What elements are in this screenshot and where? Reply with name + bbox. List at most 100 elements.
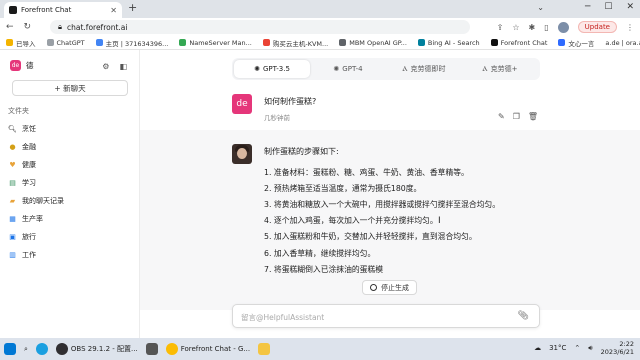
new-chat-button[interactable]: + 新聊天 bbox=[12, 80, 128, 96]
temperature: 31°C bbox=[549, 344, 567, 352]
update-button[interactable]: Update bbox=[577, 21, 617, 33]
panel-toggle-icon[interactable]: ◧ bbox=[119, 62, 127, 71]
browser-tab[interactable]: Forefront Chat ✕ bbox=[4, 2, 122, 18]
maximize-icon[interactable]: ☐ bbox=[604, 2, 612, 12]
health-icon: ♥ bbox=[9, 161, 16, 169]
taskbar-chrome[interactable]: Forefront Chat - G... bbox=[165, 340, 250, 358]
gear-icon[interactable]: ⚙ bbox=[102, 62, 109, 71]
message-timestamp: 几秒钟前 bbox=[264, 114, 290, 122]
minimize-icon[interactable]: ─ bbox=[585, 2, 590, 12]
home-icon bbox=[95, 39, 103, 46]
url-text: chat.forefront.ai bbox=[67, 22, 128, 32]
volume-icon[interactable]: 🔊︎ bbox=[588, 344, 592, 353]
address-toolbar: ← ↻ 🔒︎ chat.forefront.ai ⇪ ☆ ✱ ▯ Update … bbox=[0, 18, 640, 36]
message-input[interactable] bbox=[241, 310, 501, 324]
travel-icon: ▣ bbox=[9, 233, 16, 241]
folders-title: 文件夹 bbox=[8, 107, 29, 115]
taskbar-search[interactable]: ⌕ bbox=[24, 340, 28, 358]
app-icon bbox=[145, 343, 158, 355]
sidebar-item-productivity[interactable]: ▦ 生产率 bbox=[8, 210, 64, 228]
list-item: 1. 准备材料：蛋糕粉、糖、鸡蛋、牛奶、黄油、香草精等。 bbox=[264, 167, 469, 177]
anthropic-icon: Ⲁ bbox=[482, 64, 488, 73]
bookmark-chatgpt[interactable]: ChatGPT bbox=[46, 39, 85, 47]
bookmark-ora[interactable]: a.de | ora.ai bbox=[605, 39, 640, 47]
bookmark-home[interactable]: 主页 | 371634396... bbox=[95, 38, 168, 48]
more-icon[interactable]: ⋮ bbox=[626, 23, 634, 32]
taskbar-app[interactable] bbox=[145, 340, 158, 358]
user-message: 如何制作蛋糕? bbox=[264, 97, 317, 106]
briefcase-icon: ▥ bbox=[9, 251, 16, 259]
sidebar-user[interactable]: de 德 bbox=[10, 60, 34, 71]
chat-main: ✺ GPT-3.5 ✺ GPT-4 Ⲁ 克劳德即时 Ⲁ 克劳德+ de 如何制作蛋糕? … bbox=[140, 50, 640, 338]
sidebar-item-cooking[interactable]: 🔍︎ 烹饪 bbox=[8, 120, 64, 138]
list-item: 3. 将黄油和糖放入一个大碗中，用搅拌器或搅拌勺搅拌至混合均匀。 bbox=[264, 199, 501, 209]
wenxin-icon bbox=[558, 39, 566, 46]
close-window-icon[interactable]: ✕ bbox=[626, 2, 634, 12]
back-icon[interactable]: ← bbox=[6, 22, 14, 32]
clock-time: 2:22 bbox=[619, 340, 634, 348]
browser-tab-bar: Forefront Chat ✕ + ⌄ ─ ☐ ✕ bbox=[0, 0, 640, 18]
tab-gpt35[interactable]: ✺ GPT-3.5 bbox=[234, 60, 310, 78]
clock[interactable]: 2:22 2023/6/21 bbox=[601, 340, 634, 356]
coin-icon: ● bbox=[9, 143, 16, 151]
sidebar-icon[interactable]: ▯ bbox=[544, 23, 548, 32]
edit-icon[interactable]: ✎ bbox=[498, 112, 505, 121]
model-selector: ✺ GPT-3.5 ✺ GPT-4 Ⲁ 克劳德即时 Ⲁ 克劳德+ bbox=[232, 58, 540, 80]
tab-gpt4[interactable]: ✺ GPT-4 bbox=[310, 60, 386, 78]
paperclip-icon[interactable]: 📎︎ bbox=[518, 311, 529, 321]
new-tab-icon[interactable]: + bbox=[128, 1, 137, 14]
user-avatar: de bbox=[232, 94, 252, 114]
taskbar-explorer[interactable] bbox=[258, 340, 271, 358]
bookmark-mbm[interactable]: MBM OpenAI GP... bbox=[339, 39, 407, 47]
extension-icon[interactable]: ✱ bbox=[529, 23, 536, 32]
cloud-icon bbox=[262, 39, 270, 46]
sidebar-item-travel[interactable]: ▣ 旅行 bbox=[8, 228, 64, 246]
openai-icon: ✺ bbox=[333, 65, 340, 73]
sidebar-item-history[interactable]: ▰ 我的聊天记录 bbox=[8, 192, 64, 210]
taskbar-edge[interactable] bbox=[35, 340, 48, 358]
bookmark-bing[interactable]: Bing AI - Search bbox=[417, 39, 480, 47]
recipe-steps: 1. 准备材料：蛋糕粉、糖、鸡蛋、牛奶、黄油、香草精等。 2. 预热烤箱至适当温… bbox=[264, 164, 500, 277]
profile-avatar[interactable] bbox=[557, 21, 569, 33]
forefront-icon bbox=[490, 39, 498, 46]
chevron-down-icon[interactable]: ⌄ bbox=[537, 3, 544, 12]
book-icon: ▤ bbox=[9, 179, 16, 187]
address-bar[interactable]: 🔒︎ chat.forefront.ai bbox=[50, 20, 470, 34]
sidebar-item-work[interactable]: ▥ 工作 bbox=[8, 246, 64, 264]
share-icon[interactable]: ⇪ bbox=[497, 23, 504, 32]
taskbar-obs[interactable]: OBS 29.1.2 - 配置... bbox=[55, 340, 138, 358]
sidebar-item-study[interactable]: ▤ 学习 bbox=[8, 174, 64, 192]
bookmarks-bar: 已导入 ChatGPT 主页 | 371634396... NameServer… bbox=[0, 36, 640, 50]
sidebar-tools: ⚙ ◧ bbox=[102, 62, 127, 71]
edge-icon bbox=[35, 343, 48, 355]
system-tray: ☁ 31°C ⌃ 🔊︎ 2:22 2023/6/21 bbox=[534, 340, 634, 356]
copy-icon[interactable]: ❐ bbox=[513, 112, 520, 121]
bookmark-nameserver[interactable]: NameServer Man... bbox=[179, 39, 252, 47]
user-avatar: de bbox=[10, 60, 21, 71]
star-icon[interactable]: ☆ bbox=[512, 23, 519, 32]
text-cursor-icon: I bbox=[438, 216, 441, 226]
folder-list: 🔍︎ 烹饪 ● 金融 ♥ 健康 ▤ 学习 ▰ 我的聊天记录 ▦ 生产率 ▣ 旅行 ▥ 工作 bbox=[8, 120, 64, 264]
bookmark-kvm[interactable]: 购买云主机-KVM... bbox=[262, 38, 328, 48]
sidebar-item-health[interactable]: ♥ 健康 bbox=[8, 156, 64, 174]
chart-icon: ▦ bbox=[9, 215, 16, 223]
lock-icon: 🔒︎ bbox=[58, 22, 62, 31]
tab-claude-instant[interactable]: Ⲁ 克劳德即时 bbox=[386, 60, 462, 78]
window-controls: ─ ☐ ✕ bbox=[585, 2, 634, 12]
bookmark-forefront[interactable]: Forefront Chat bbox=[490, 39, 547, 47]
start-button[interactable] bbox=[4, 340, 16, 358]
bookmark-wenxin[interactable]: 文心一言 bbox=[558, 38, 594, 48]
bookmark-imported[interactable]: 已导入 bbox=[6, 38, 36, 48]
tab-title: Forefront Chat bbox=[21, 6, 72, 14]
list-item: 5. 加入蛋糕粉和牛奶，交替加入并轻轻搅拌，直到混合均匀。 bbox=[264, 232, 477, 242]
reload-icon[interactable]: ↻ bbox=[24, 22, 32, 32]
close-icon[interactable]: ✕ bbox=[110, 6, 117, 15]
folder-icon bbox=[6, 39, 13, 46]
tab-claude-plus[interactable]: Ⲁ 克劳德+ bbox=[462, 60, 538, 78]
windows-icon bbox=[4, 343, 16, 355]
assistant-avatar bbox=[232, 144, 252, 164]
tray-chevron-icon[interactable]: ⌃ bbox=[574, 344, 580, 352]
trash-icon[interactable]: 🗑︎ bbox=[528, 112, 538, 121]
sidebar-item-finance[interactable]: ● 金融 bbox=[8, 138, 64, 156]
stop-generating-button[interactable]: 停止生成 bbox=[362, 280, 417, 295]
